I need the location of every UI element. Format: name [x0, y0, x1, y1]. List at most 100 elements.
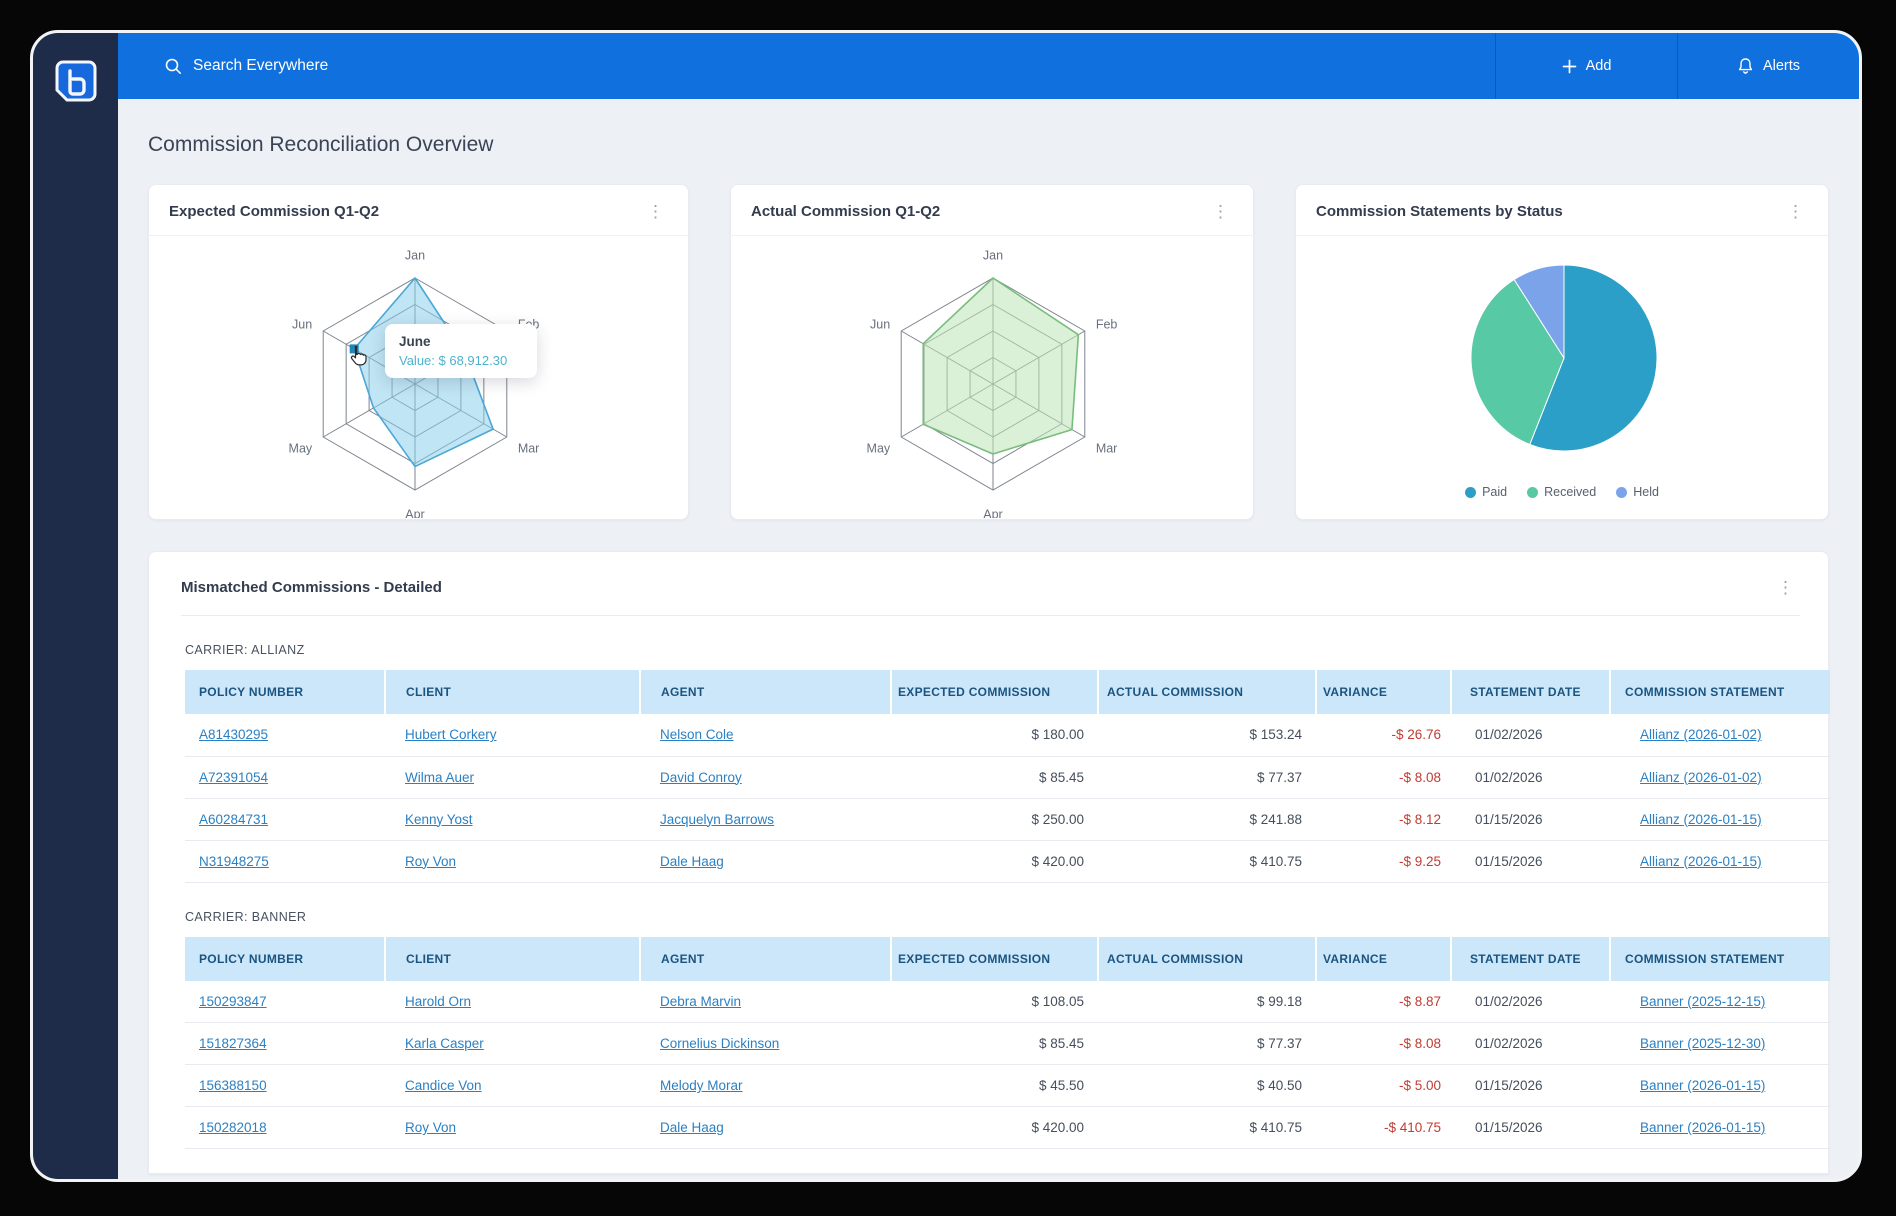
commissions-table-banner: POLICY NUMBERCLIENTAGENTEXPECTED COMMISS…	[185, 937, 1830, 1150]
column-header-actual: ACTUAL COMMISSION	[1098, 937, 1316, 981]
date-value: 01/02/2026	[1451, 714, 1610, 756]
svg-text:May: May	[289, 441, 313, 455]
search-icon	[164, 57, 182, 75]
svg-text:May: May	[867, 441, 891, 455]
variance-value: -$ 8.12	[1316, 798, 1451, 840]
table-row: 150282018Roy VonDale Haag$ 420.00$ 410.7…	[185, 1107, 1830, 1149]
date-value: 01/15/2026	[1451, 1107, 1610, 1149]
card-menu-icon[interactable]: ⋮	[1206, 201, 1235, 222]
pie-chart-status	[1296, 236, 1828, 464]
agent-link[interactable]: Dale Haag	[660, 1120, 724, 1135]
card-menu-icon[interactable]: ⋮	[641, 201, 670, 222]
date-value: 01/15/2026	[1451, 840, 1610, 882]
policy-link[interactable]: A60284731	[199, 812, 268, 827]
card-menu-icon[interactable]: ⋮	[1781, 201, 1810, 222]
policy-link[interactable]: 156388150	[199, 1078, 267, 1093]
statement-cell: Allianz (2026-01-15)	[1610, 798, 1830, 840]
statement-cell: Banner (2026-01-15)	[1610, 1065, 1830, 1107]
card-title: Expected Commission Q1-Q2	[169, 203, 641, 220]
policy-cell: A81430295	[185, 714, 385, 756]
legend-item-paid[interactable]: Paid	[1465, 485, 1507, 499]
card-actual-commission: Actual Commission Q1-Q2 ⋮ JanFebMarAprMa…	[730, 184, 1254, 520]
add-button[interactable]: Add	[1495, 33, 1677, 99]
column-header-variance: VARIANCE	[1316, 670, 1451, 714]
legend-label: Received	[1544, 485, 1596, 499]
actual-value: $ 241.88	[1098, 798, 1316, 840]
legend-item-held[interactable]: Held	[1616, 485, 1659, 499]
client-cell: Harold Orn	[385, 981, 640, 1023]
cursor-pointer-icon	[346, 344, 370, 368]
divider	[181, 615, 1800, 616]
policy-link[interactable]: 150293847	[199, 994, 267, 1009]
client-cell: Wilma Auer	[385, 756, 640, 798]
statement-cell: Banner (2025-12-15)	[1610, 981, 1830, 1023]
statement-link[interactable]: Banner (2025-12-30)	[1640, 1036, 1765, 1051]
policy-link[interactable]: 150282018	[199, 1120, 267, 1135]
client-link[interactable]: Roy Von	[405, 854, 456, 869]
topbar: Search Everywhere Add Alerts	[118, 33, 1859, 99]
column-header-expected: EXPECTED COMMISSION	[891, 937, 1098, 981]
column-header-policy: POLICY NUMBER	[185, 937, 385, 981]
column-header-expected: EXPECTED COMMISSION	[891, 670, 1098, 714]
column-header-agent: AGENT	[640, 670, 891, 714]
policy-cell: A72391054	[185, 756, 385, 798]
legend-item-received[interactable]: Received	[1527, 485, 1596, 499]
actual-value: $ 410.75	[1098, 840, 1316, 882]
agent-link[interactable]: Melody Morar	[660, 1078, 743, 1093]
agent-link[interactable]: Nelson Cole	[660, 727, 734, 742]
statement-link[interactable]: Allianz (2026-01-02)	[1640, 770, 1762, 785]
expected-value: $ 420.00	[891, 840, 1098, 882]
actual-value: $ 77.37	[1098, 756, 1316, 798]
client-link[interactable]: Candice Von	[405, 1078, 482, 1093]
policy-link[interactable]: N31948275	[199, 854, 269, 869]
statement-link[interactable]: Allianz (2026-01-15)	[1640, 854, 1762, 869]
svg-text:Apr: Apr	[983, 508, 1002, 518]
agent-cell: David Conroy	[640, 756, 891, 798]
policy-link[interactable]: A81430295	[199, 727, 268, 742]
search-input[interactable]: Search Everywhere	[118, 33, 1495, 99]
agent-link[interactable]: Cornelius Dickinson	[660, 1036, 779, 1051]
agent-link[interactable]: Jacquelyn Barrows	[660, 812, 774, 827]
agent-link[interactable]: Debra Marvin	[660, 994, 741, 1009]
tooltip-value: Value: $ 68,912.30	[399, 353, 523, 368]
card-statements-by-status: Commission Statements by Status ⋮ Paid Re…	[1295, 184, 1829, 520]
add-button-label: Add	[1586, 58, 1612, 74]
carrier-label-allianz: CARRIER: ALLIANZ	[185, 643, 1828, 657]
card-menu-icon[interactable]: ⋮	[1771, 577, 1800, 598]
policy-link[interactable]: 151827364	[199, 1036, 267, 1051]
svg-text:Jan: Jan	[983, 248, 1003, 262]
client-cell: Hubert Corkery	[385, 714, 640, 756]
statement-link[interactable]: Banner (2025-12-15)	[1640, 994, 1765, 1009]
alerts-button[interactable]: Alerts	[1677, 33, 1859, 99]
card-title: Commission Statements by Status	[1316, 203, 1781, 220]
expected-value: $ 420.00	[891, 1107, 1098, 1149]
statement-link[interactable]: Banner (2026-01-15)	[1640, 1120, 1765, 1135]
statement-link[interactable]: Allianz (2026-01-15)	[1640, 812, 1762, 827]
statement-cell: Allianz (2026-01-02)	[1610, 756, 1830, 798]
policy-cell: A60284731	[185, 798, 385, 840]
client-link[interactable]: Hubert Corkery	[405, 727, 497, 742]
alerts-button-label: Alerts	[1763, 58, 1800, 74]
table-row: A72391054Wilma AuerDavid Conroy$ 85.45$ …	[185, 756, 1830, 798]
agent-link[interactable]: Dale Haag	[660, 854, 724, 869]
client-link[interactable]: Kenny Yost	[405, 812, 473, 827]
expected-value: $ 250.00	[891, 798, 1098, 840]
client-cell: Kenny Yost	[385, 798, 640, 840]
table-row: 150293847Harold OrnDebra Marvin$ 108.05$…	[185, 981, 1830, 1023]
agent-link[interactable]: David Conroy	[660, 770, 742, 785]
variance-value: -$ 8.08	[1316, 1023, 1451, 1065]
date-value: 01/15/2026	[1451, 1065, 1610, 1107]
agent-cell: Dale Haag	[640, 1107, 891, 1149]
statement-link[interactable]: Banner (2026-01-15)	[1640, 1078, 1765, 1093]
app-logo-icon[interactable]	[53, 58, 99, 104]
column-header-agent: AGENT	[640, 937, 891, 981]
client-link[interactable]: Roy Von	[405, 1120, 456, 1135]
statement-link[interactable]: Allianz (2026-01-02)	[1640, 727, 1762, 742]
policy-link[interactable]: A72391054	[199, 770, 268, 785]
policy-cell: 150293847	[185, 981, 385, 1023]
client-link[interactable]: Wilma Auer	[405, 770, 474, 785]
agent-cell: Jacquelyn Barrows	[640, 798, 891, 840]
client-link[interactable]: Harold Orn	[405, 994, 471, 1009]
client-link[interactable]: Karla Casper	[405, 1036, 484, 1051]
table-row: 151827364 Karla Casper Cornelius Dickinson…	[185, 1023, 1830, 1065]
